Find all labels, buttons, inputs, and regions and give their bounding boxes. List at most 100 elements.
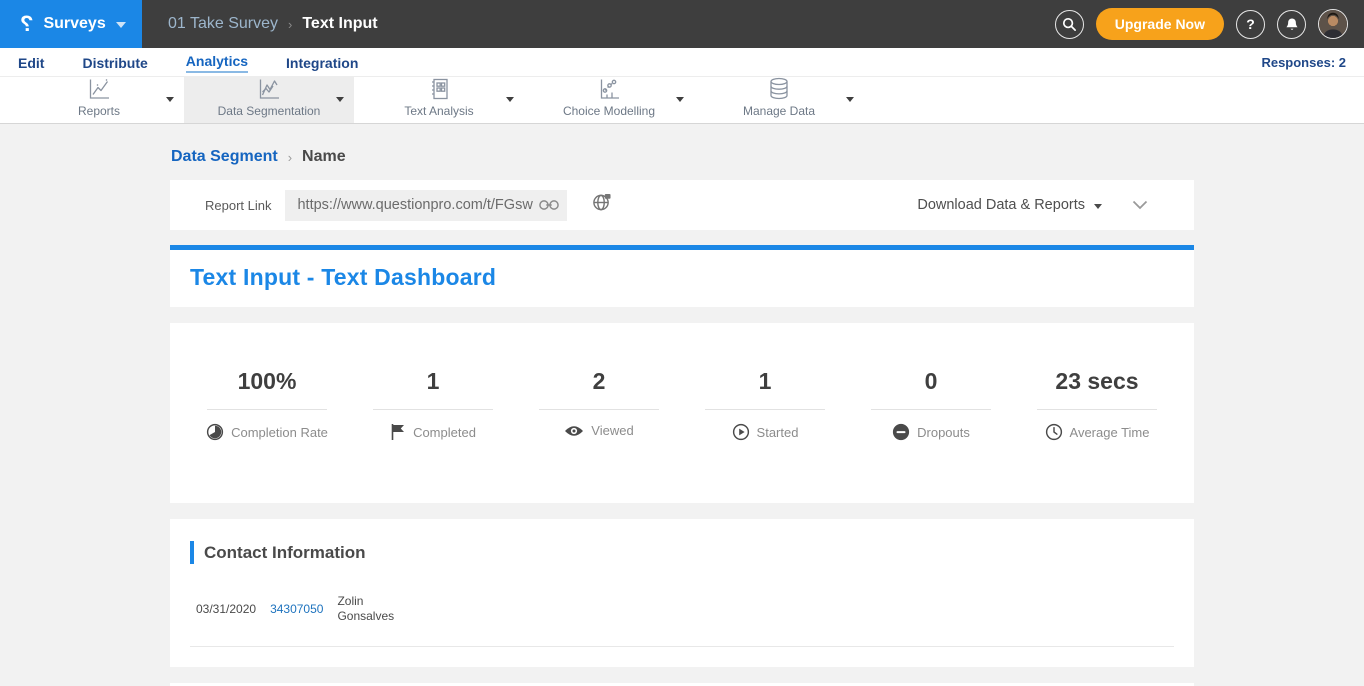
tab-distribute[interactable]: Distribute (82, 54, 147, 70)
question-mark-icon: ? (1246, 16, 1255, 32)
search-icon (1062, 17, 1077, 32)
tab-integration[interactable]: Integration (286, 54, 358, 70)
download-data-reports-dropdown[interactable]: Download Data & Reports (917, 197, 1102, 213)
stat-label: Average Time (1070, 425, 1150, 440)
notifications-button[interactable] (1277, 10, 1306, 39)
line-chart-icon (86, 76, 113, 102)
divider (539, 409, 659, 410)
response-id-link[interactable]: 34307050 (270, 602, 323, 616)
stat-value: 1 (759, 368, 772, 395)
user-avatar[interactable] (1318, 9, 1348, 39)
breadcrumb-separator: › (288, 150, 292, 165)
chain-link-icon[interactable] (539, 199, 559, 211)
chevron-down-icon[interactable] (506, 97, 514, 102)
stat-completed: 1 Completed (350, 368, 516, 441)
search-button[interactable] (1055, 10, 1084, 39)
play-circle-icon (732, 423, 750, 441)
respondent-name: Zolin Gonsalves (337, 594, 399, 624)
toolbar-item-label: Data Segmentation (218, 104, 321, 118)
minus-circle-icon (892, 423, 910, 441)
toolbar-item-label: Reports (78, 104, 120, 118)
database-icon (766, 76, 792, 102)
main-content: Data Segment › Name Report Link (0, 124, 1364, 686)
toolbar-item-label: Choice Modelling (563, 104, 655, 118)
stat-label: Viewed (591, 423, 633, 438)
toolbar-item-text-analysis[interactable]: Text Analysis (354, 77, 524, 123)
divider (1037, 409, 1157, 410)
flag-icon (390, 423, 406, 441)
analytics-toolbar: Reports Data Segmentation Text Analysis (0, 77, 1364, 124)
tab-analytics[interactable]: Analytics (186, 52, 248, 73)
stat-label: Completed (413, 425, 476, 440)
avatar-photo (1319, 10, 1347, 38)
stat-value: 2 (593, 368, 606, 395)
responses-count[interactable]: Responses: 2 (1261, 55, 1346, 70)
surveys-product-switcher[interactable]: ? Surveys (0, 0, 142, 48)
breadcrumb-page-name: Text Input (302, 15, 377, 33)
toolbar-item-manage-data[interactable]: Manage Data (694, 77, 864, 123)
upgrade-now-button[interactable]: Upgrade Now (1096, 8, 1224, 40)
collapse-panel-chevron[interactable] (1132, 200, 1148, 210)
clock-icon (1045, 423, 1063, 441)
chevron-down-icon[interactable] (336, 97, 344, 102)
breadcrumb-separator: › (288, 17, 292, 32)
stat-label: Started (757, 425, 799, 440)
page-breadcrumb: Data Segment › Name (170, 142, 1194, 180)
product-label: Surveys (43, 15, 105, 33)
tab-edit[interactable]: Edit (18, 54, 44, 70)
pie-icon (206, 423, 224, 441)
scatter-chart-icon (596, 76, 622, 102)
toolbar-item-label: Manage Data (743, 104, 815, 118)
segmentation-chart-icon (256, 76, 283, 102)
chevron-down-icon[interactable] (166, 97, 174, 102)
questionpro-logo-icon: ? (20, 13, 33, 35)
chevron-down-icon[interactable] (846, 97, 854, 102)
stat-dropouts: 0 Dropouts (848, 368, 1014, 441)
stat-label: Completion Rate (231, 425, 328, 440)
divider (871, 409, 991, 410)
chevron-down-icon (1094, 204, 1102, 209)
globe-lock-icon[interactable] (592, 193, 611, 217)
help-button[interactable]: ? (1236, 10, 1265, 39)
eye-icon (564, 424, 584, 438)
stat-value: 100% (238, 368, 297, 395)
bell-icon (1285, 17, 1299, 32)
chevron-down-icon (1132, 200, 1148, 210)
section-accent-bar (190, 541, 194, 564)
stat-label: Dropouts (917, 425, 970, 440)
divider (373, 409, 493, 410)
survey-section-nav: Edit Distribute Analytics Integration Re… (0, 48, 1364, 77)
divider (705, 409, 825, 410)
stat-viewed: 2 Viewed (516, 368, 682, 441)
chevron-down-icon[interactable] (676, 97, 684, 102)
stat-value: 23 secs (1055, 368, 1138, 395)
text-grid-icon (426, 76, 452, 102)
report-link-bar: Report Link Download Data & Reports (170, 180, 1194, 230)
response-date: 03/31/2020 (196, 602, 256, 616)
report-link-field[interactable] (285, 190, 567, 221)
toolbar-item-choice-modelling[interactable]: Choice Modelling (524, 77, 694, 123)
divider (190, 646, 1174, 647)
contact-row: 03/31/2020 34307050 Zolin Gonsalves (196, 594, 1174, 624)
toolbar-item-label: Text Analysis (404, 104, 473, 118)
page-title: Text Input - Text Dashboard (190, 264, 1174, 291)
top-bar: ? Surveys 01 Take Survey › Text Input Up… (0, 0, 1364, 48)
divider (207, 409, 327, 410)
topbar-actions: Upgrade Now ? (1055, 0, 1364, 48)
contact-information-card: Contact Information 03/31/2020 34307050 … (170, 519, 1194, 667)
stat-value: 0 (925, 368, 938, 395)
stat-average-time: 23 secs Average Time (1014, 368, 1180, 441)
chevron-down-icon (116, 22, 126, 28)
breadcrumb-survey-name[interactable]: 01 Take Survey (168, 15, 278, 33)
breadcrumb-data-segment[interactable]: Data Segment (171, 148, 278, 166)
stat-value: 1 (427, 368, 440, 395)
toolbar-item-data-segmentation[interactable]: Data Segmentation (184, 77, 354, 123)
contact-information-heading: Contact Information (204, 543, 366, 563)
survey-breadcrumb: 01 Take Survey › Text Input (142, 0, 378, 48)
survey-stats-card: 100% Completion Rate 1 (170, 323, 1194, 503)
toolbar-item-reports[interactable]: Reports (14, 77, 184, 123)
report-link-input[interactable] (297, 197, 539, 213)
breadcrumb-current: Name (302, 148, 346, 166)
download-label: Download Data & Reports (917, 197, 1085, 213)
report-link-label: Report Link (205, 198, 271, 213)
